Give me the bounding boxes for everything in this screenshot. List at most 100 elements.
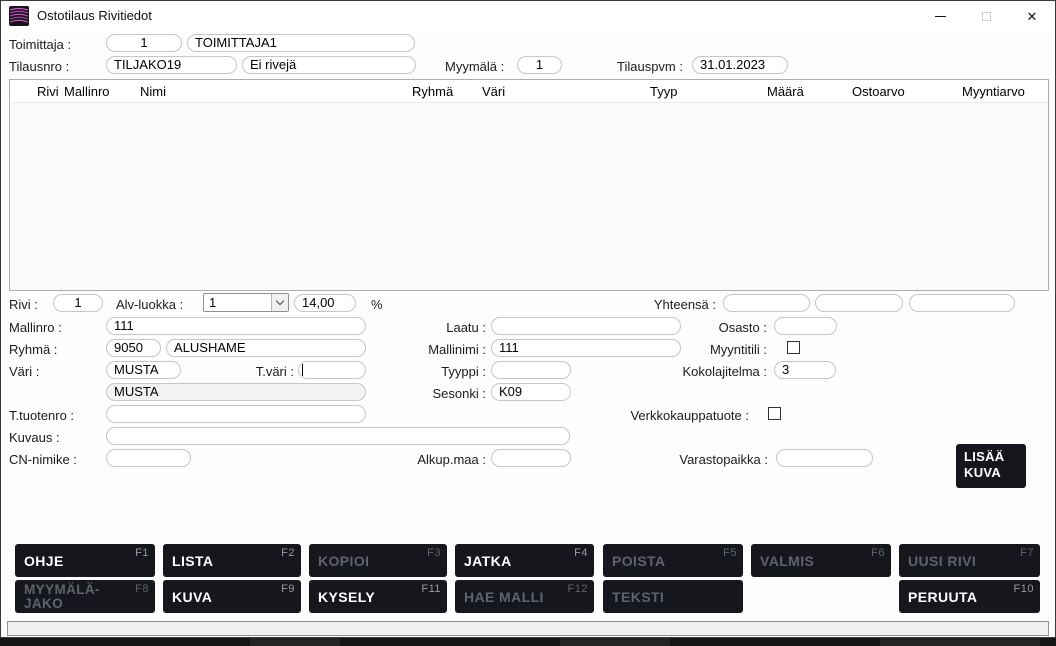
valmis-button: F6 VALMIS (751, 544, 891, 577)
col-rivi: Rivi (37, 84, 59, 99)
alv-luokka-label: Alv-luokka : (116, 297, 183, 312)
osasto-label: Osasto : (631, 320, 767, 335)
alkup-maa-label: Alkup.maa : (396, 452, 486, 467)
kysely-button[interactable]: F11 KYSELY (309, 580, 447, 613)
col-ostoarvo: Ostoarvo (852, 84, 905, 99)
col-myyntiarvo: Myyntiarvo (962, 84, 1025, 99)
t-tuotenro-field[interactable] (106, 405, 366, 423)
ryhma-code-field[interactable]: 9050 (106, 339, 161, 357)
yhteensa-label: Yhteensä : (641, 297, 716, 312)
col-tyyp: Tyyp (650, 84, 677, 99)
status-bar (7, 621, 1049, 636)
t-tuotenro-label: T.tuotenro : (9, 408, 74, 423)
kuva-button[interactable]: F9 KUVA (163, 580, 301, 613)
table-empty-body[interactable] (10, 102, 1048, 290)
screen: Ostotilaus Rivitiedot ✕ Toimittaja : 1 T… (0, 0, 1056, 646)
kuvaus-field[interactable] (106, 427, 570, 445)
minimize-icon (935, 16, 946, 17)
kopioi-button: F3 KOPIOI (309, 544, 447, 577)
close-icon: ✕ (1027, 10, 1038, 23)
rivi-field[interactable]: 1 (53, 294, 103, 312)
mallinro-field[interactable]: 111 (106, 317, 366, 335)
rivi-label: Rivi : (9, 297, 38, 312)
taskbar-strip (0, 638, 1056, 646)
uusi-rivi-button: F7 UUSI RIVI (899, 544, 1040, 577)
tilausnro-label: Tilausnro : (9, 59, 69, 74)
tvari-label: T.väri : (241, 364, 294, 379)
taskbar-app-hint (250, 638, 340, 646)
myyntitili-label: Myyntitili : (631, 342, 767, 357)
myymala-jako-button: F8 MYYMÄLÄ-JAKO (15, 580, 155, 613)
ryhma-label: Ryhmä : (9, 342, 57, 357)
col-ryhma: Ryhmä (412, 84, 453, 99)
cn-nimike-label: CN-nimike : (9, 452, 77, 467)
lisaa-kuva-button[interactable]: LISÄÄ KUVA (956, 444, 1026, 488)
vari-label: Väri : (9, 364, 39, 379)
maximize-button (963, 1, 1009, 31)
taskbar-app-hint (560, 638, 670, 646)
varastopaikka-label: Varastopaikka : (631, 452, 768, 467)
poista-button: F5 POISTA (603, 544, 743, 577)
tyyppi-label: Tyyppi : (396, 364, 486, 379)
toimittaja-name-field[interactable]: TOIMITTAJA1 (187, 34, 415, 52)
toimittaja-code-field[interactable]: 1 (106, 34, 182, 52)
hae-malli-button: F12 HAE MALLI (455, 580, 594, 613)
alv-luokka-value: 1 (209, 295, 216, 310)
sesonki-field[interactable]: K09 (491, 383, 571, 401)
osasto-field[interactable] (774, 317, 837, 335)
chevron-down-icon (276, 297, 284, 305)
close-button[interactable]: ✕ (1009, 1, 1055, 31)
alv-percent-field[interactable]: 14,00 (294, 294, 356, 312)
taskbar-app-hint (880, 638, 1040, 646)
peruuta-button[interactable]: F10 PERUUTA (899, 580, 1040, 613)
myymala-field[interactable]: 1 (517, 56, 562, 74)
jatka-button[interactable]: F4 JATKA (455, 544, 594, 577)
ostotilaus-rivitiedot-window: Ostotilaus Rivitiedot ✕ Toimittaja : 1 T… (0, 0, 1056, 638)
verkkokauppatuote-label: Verkkokauppatuote : (601, 408, 749, 423)
maximize-icon (982, 12, 991, 21)
col-mallinro: Mallinro (64, 84, 110, 99)
laatu-label: Laatu : (396, 320, 486, 335)
tilauspvm-label: Tilauspvm : (617, 59, 683, 74)
verkkokauppatuote-checkbox[interactable] (768, 407, 781, 420)
col-nimi: Nimi (140, 84, 166, 99)
lista-button[interactable]: F2 LISTA (163, 544, 301, 577)
mallinro-label: Mallinro : (9, 320, 62, 335)
kokolajitelma-label: Kokolajitelma : (631, 364, 767, 379)
col-vari: Väri (482, 84, 505, 99)
kuvaus-label: Kuvaus : (9, 430, 60, 445)
teksti-button: TEKSTI (603, 580, 743, 613)
order-rows-table[interactable]: Rivi Mallinro Nimi Ryhmä Väri Tyyp Määrä… (9, 79, 1049, 291)
alkup-maa-field[interactable] (491, 449, 571, 467)
lisaa-kuva-line2: KUVA (964, 465, 1018, 481)
minimize-button[interactable] (917, 1, 963, 31)
rivit-info-field[interactable]: Ei rivejä (242, 56, 416, 74)
app-logo-icon (9, 6, 29, 26)
mallinimi-label: Mallinimi : (396, 342, 486, 357)
myyntitili-checkbox[interactable] (787, 341, 800, 354)
vari-name-field: MUSTA (106, 383, 366, 401)
window-title: Ostotilaus Rivitiedot (37, 8, 152, 23)
sesonki-label: Sesonki : (396, 386, 486, 401)
yhteensa-field-3[interactable] (909, 294, 1015, 312)
ohje-button[interactable]: F1 OHJE (15, 544, 155, 577)
yhteensa-field-1[interactable] (723, 294, 810, 312)
tvari-field[interactable] (298, 361, 366, 379)
varastopaikka-field[interactable] (776, 449, 873, 467)
title-bar[interactable]: Ostotilaus Rivitiedot ✕ (1, 1, 1055, 31)
lisaa-kuva-line1: LISÄÄ (964, 449, 1018, 465)
ryhma-name-field[interactable]: ALUSHAME (166, 339, 366, 357)
text-caret (302, 364, 303, 376)
tyyppi-field[interactable] (491, 361, 571, 379)
cn-nimike-field[interactable] (106, 449, 191, 467)
tilauspvm-field[interactable]: 31.01.2023 (692, 56, 788, 74)
toimittaja-label: Toimittaja : (9, 37, 71, 52)
tilausnro-field[interactable]: TILJAKO19 (106, 56, 237, 74)
myymala-label: Myymälä : (445, 59, 504, 74)
percent-sign: % (371, 297, 383, 312)
kokolajitelma-field[interactable]: 3 (774, 361, 836, 379)
alv-luokka-select[interactable]: 1 (203, 293, 289, 312)
combo-dropdown-button[interactable] (271, 294, 288, 311)
yhteensa-field-2[interactable] (815, 294, 903, 312)
vari-field[interactable]: MUSTA (106, 361, 181, 379)
